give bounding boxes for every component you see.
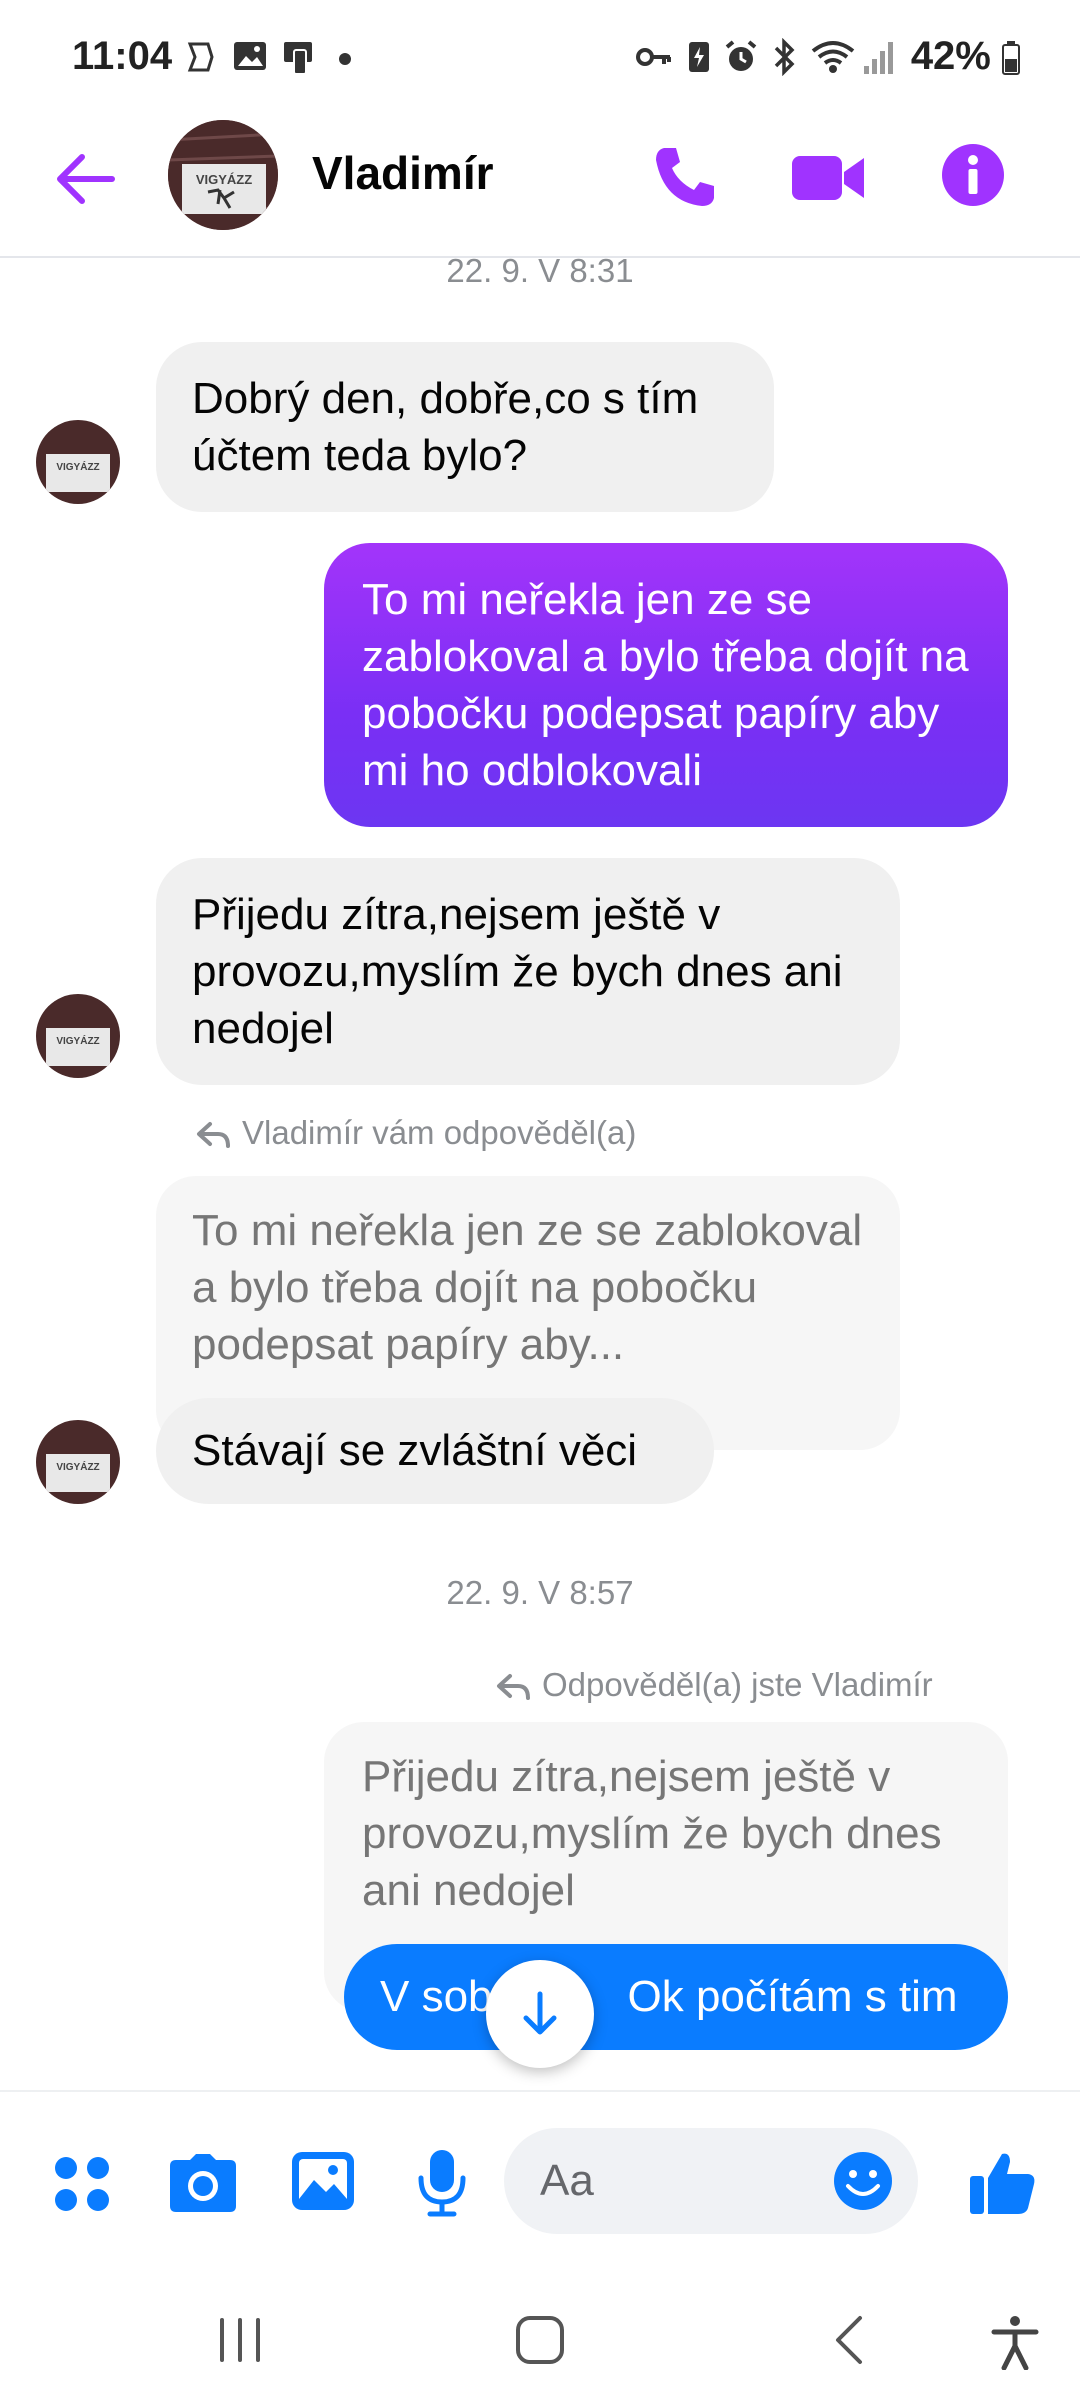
thumbs-up-icon[interactable] — [968, 2148, 1038, 2218]
bluetooth-icon — [774, 38, 795, 76]
reply-label-text: Vladimír vám odpověděl(a) — [242, 1114, 637, 1151]
vpn-key-icon — [636, 48, 671, 66]
reply-arrow-icon — [497, 1674, 530, 1701]
more-notifications-dot-icon — [339, 53, 351, 65]
notification-app-icon — [187, 42, 214, 72]
phone-icon[interactable] — [650, 142, 720, 212]
message-composer: Aa — [0, 2090, 1080, 2272]
emoji-icon[interactable] — [832, 2150, 894, 2212]
sender-avatar[interactable]: VIGYÁZZ — [36, 994, 120, 1078]
outgoing-message[interactable]: V sob Ok počítám s tim — [344, 1944, 1008, 2050]
apps-icon[interactable] — [52, 2154, 112, 2214]
status-time: 11:04 — [72, 34, 173, 78]
sender-avatar[interactable]: VIGYÁZZ — [36, 420, 120, 504]
battery-icon — [1002, 41, 1020, 76]
system-navigation-bar — [0, 2270, 1080, 2400]
contact-avatar[interactable]: VIGYÁZZ — [168, 120, 278, 230]
outgoing-message[interactable]: To mi neřekla jen ze se zablokoval a byl… — [324, 543, 1008, 827]
svg-text:VIGYÁZZ: VIGYÁZZ — [56, 460, 99, 473]
accessibility-icon[interactable] — [990, 2314, 1040, 2370]
scroll-down-arrow-icon — [523, 1991, 557, 2035]
back-nav-icon[interactable] — [830, 2314, 866, 2366]
contact-name[interactable]: Vladimír — [312, 146, 494, 200]
gallery-notification-icon — [234, 42, 266, 70]
camera-icon[interactable] — [168, 2152, 238, 2214]
video-camera-icon[interactable] — [788, 142, 868, 212]
devices-notification-icon — [284, 42, 312, 75]
cellular-signal-icon — [864, 42, 893, 74]
battery-saver-icon — [689, 42, 709, 72]
message-timestamp: 22. 9. V 8:31 — [446, 252, 634, 289]
sender-avatar[interactable]: VIGYÁZZ — [36, 1420, 120, 1504]
microphone-icon[interactable] — [416, 2148, 468, 2218]
gallery-icon[interactable] — [290, 2150, 356, 2212]
home-icon[interactable] — [514, 2314, 566, 2366]
svg-text:VIGYÁZZ: VIGYÁZZ — [56, 1460, 99, 1473]
wifi-icon — [811, 41, 855, 73]
message-text-start: V sob — [380, 1972, 493, 2021]
reply-arrow-icon — [197, 1122, 230, 1149]
message-text-end: Ok počítám s tim — [627, 1972, 958, 2021]
alarm-icon — [725, 40, 757, 71]
info-icon[interactable] — [938, 140, 1008, 210]
conversation-header: VIGYÁZZ Vladimír — [0, 120, 1080, 258]
message-timestamp: 22. 9. V 8:57 — [446, 1574, 634, 1611]
incoming-message[interactable]: Dobrý den, dobře,co s tím účtem teda byl… — [156, 342, 774, 512]
status-bar: 11:04 42% — [0, 0, 1080, 120]
reply-indicator: Odpověděl(a) jste Vladimír — [496, 1666, 933, 1704]
message-input[interactable]: Aa — [504, 2128, 918, 2234]
message-input-placeholder: Aa — [540, 2156, 594, 2205]
svg-text:VIGYÁZZ: VIGYÁZZ — [196, 172, 252, 187]
scroll-to-bottom-button[interactable] — [486, 1960, 594, 2068]
incoming-message[interactable]: Stávají se zvláštní věci — [156, 1398, 714, 1504]
svg-text:VIGYÁZZ: VIGYÁZZ — [56, 1034, 99, 1047]
back-arrow-icon[interactable] — [52, 146, 118, 212]
reply-indicator: Vladimír vám odpověděl(a) — [196, 1114, 636, 1152]
reply-label-text: Odpověděl(a) jste Vladimír — [542, 1666, 933, 1703]
incoming-message[interactable]: Přijedu zítra,nejsem ještě v provozu,mys… — [156, 858, 900, 1085]
battery-percentage: 42% — [911, 34, 1020, 79]
recent-apps-icon[interactable] — [214, 2316, 266, 2364]
